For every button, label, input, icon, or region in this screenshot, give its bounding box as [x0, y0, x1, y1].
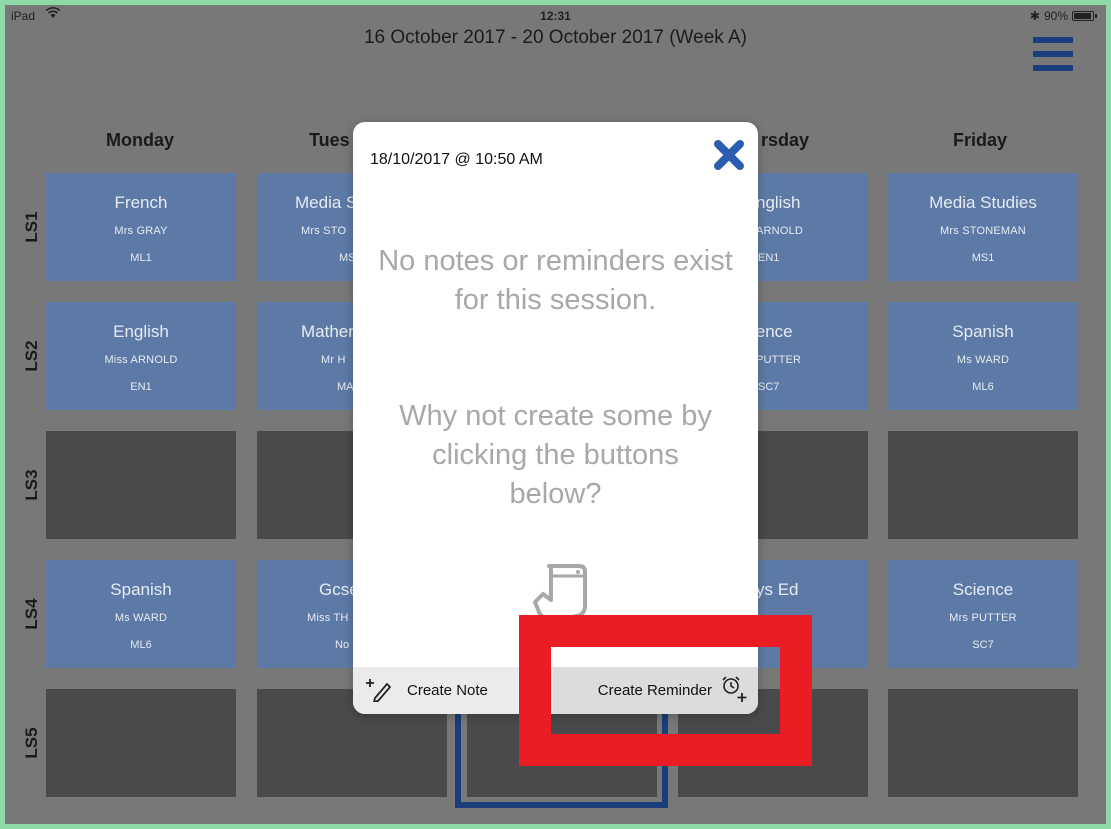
lesson-cell[interactable]: Spanish Ms WARD ML6 — [46, 560, 236, 668]
row-label-ls1: LS1 — [22, 211, 41, 243]
close-icon[interactable] — [712, 138, 746, 172]
create-note-label: Create Note — [407, 682, 488, 699]
status-time: 12:31 — [540, 9, 571, 23]
row-label-ls5: LS5 — [22, 727, 41, 759]
lesson-cell[interactable]: English Miss ARNOLD EN1 — [46, 302, 236, 410]
day-header-tuesday: Tues — [309, 130, 350, 150]
hamburger-icon[interactable] — [1033, 37, 1073, 71]
empty-state-message: No notes or reminders exist for this ses… — [378, 245, 733, 316]
day-header-monday: Monday — [105, 130, 174, 150]
battery-icon — [1072, 11, 1097, 21]
lesson-cell[interactable]: Spanish Ms WARD ML6 — [888, 302, 1078, 410]
row-label-ls3: LS3 — [22, 469, 41, 501]
empty-cell[interactable] — [888, 689, 1078, 797]
empty-cell[interactable] — [46, 689, 236, 797]
row-label-ls4: LS4 — [22, 598, 41, 630]
highlight-annotation — [519, 615, 812, 766]
empty-state-hint: Why not create some by clicking the butt… — [399, 400, 712, 510]
day-header-thursday: rsday — [761, 130, 810, 150]
ipad-screen: iPad 12:31 ✱ 90% 16 October 2017 - 20 Oc… — [5, 5, 1106, 824]
day-header-friday: Friday — [952, 130, 1008, 150]
battery-percent: 90% — [1043, 9, 1068, 23]
pen-plus-icon — [365, 676, 393, 706]
empty-cell[interactable] — [46, 431, 236, 539]
lesson-cell[interactable]: Science Mrs PUTTER SC7 — [888, 560, 1078, 668]
battery-status: ✱ 90% — [1029, 9, 1097, 23]
row-label-ls2: LS2 — [22, 340, 41, 372]
session-datetime: 18/10/2017 @ 10:50 AM — [370, 151, 543, 168]
lesson-cell[interactable]: Media Studies Mrs STONEMAN MS1 — [888, 173, 1078, 281]
bluetooth-icon: ✱ — [1029, 9, 1040, 23]
empty-cell[interactable] — [888, 431, 1078, 539]
lesson-cell[interactable]: French Mrs GRAY ML1 — [46, 173, 236, 281]
week-title: 16 October 2017 - 20 October 2017 (Week … — [363, 27, 748, 48]
